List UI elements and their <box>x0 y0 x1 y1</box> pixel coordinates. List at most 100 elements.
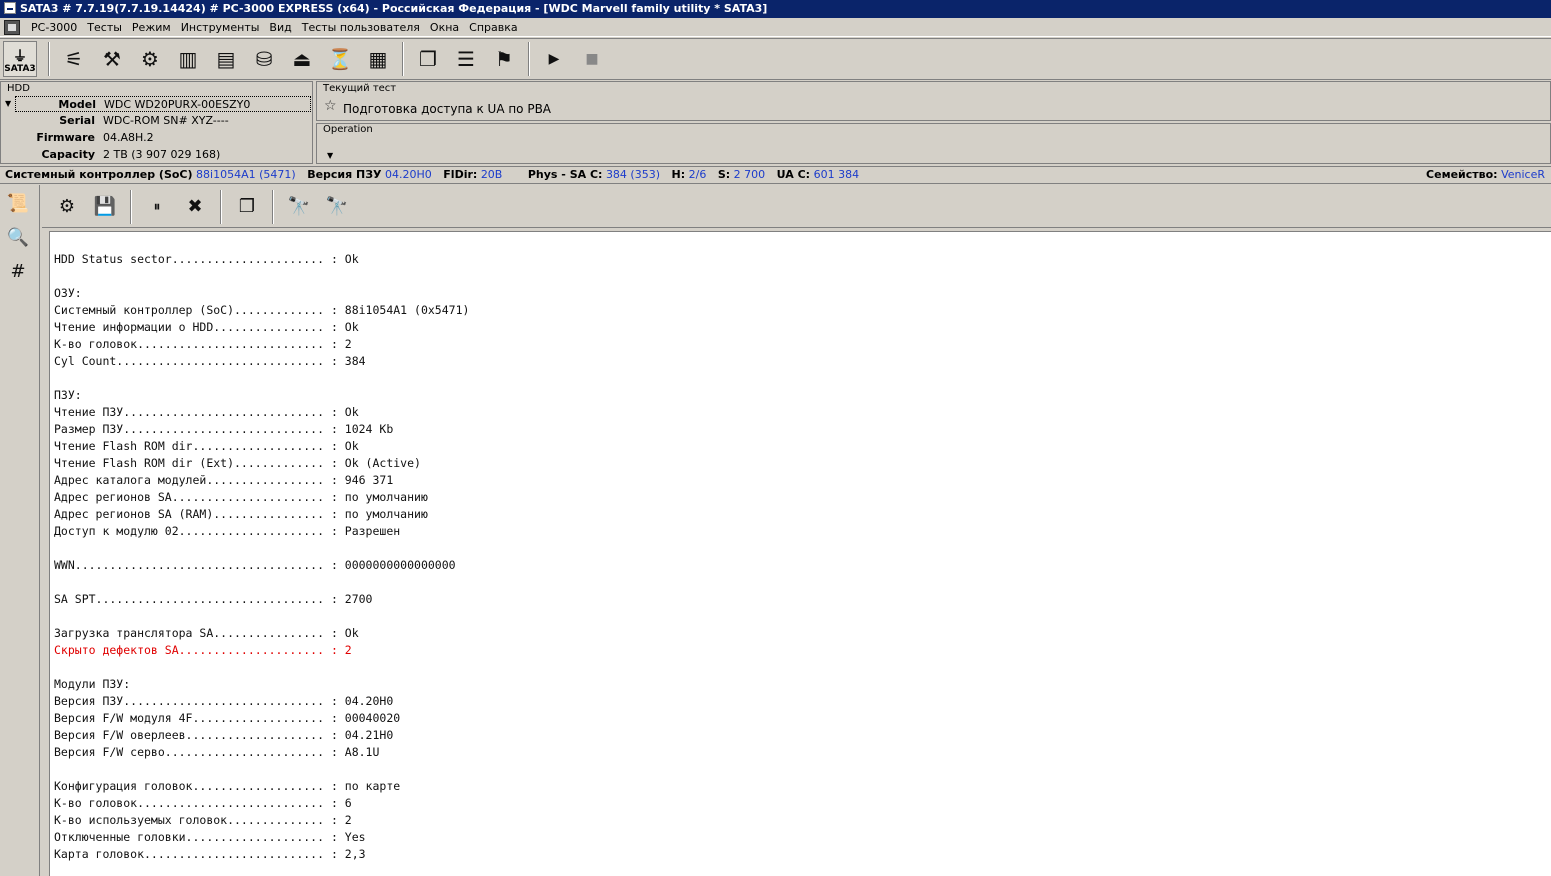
search-icon[interactable]: 🔍 <box>1 221 35 253</box>
rom-version-label: Версия ПЗУ <box>307 168 382 181</box>
left-sidebar: 📜 🔍 # <box>0 185 40 876</box>
copy-icon[interactable]: ❐ <box>229 190 265 224</box>
family-block: Семейство: VeniceR <box>1426 167 1545 183</box>
hdd-model-value: WDC WD20PURX-00ESZY0 <box>104 98 251 111</box>
sata-port-button[interactable]: ⏚ SATA3 <box>3 41 37 77</box>
current-test-title: Текущий тест <box>323 83 397 94</box>
spt-label: S: <box>717 168 731 181</box>
settings-gear-icon[interactable]: ⚙ <box>132 41 168 77</box>
heads-label: H: <box>671 168 686 181</box>
rom-version-value: 04.20H0 <box>385 168 432 181</box>
log-line: Версия F/W модуля 4F................... … <box>54 711 401 725</box>
log-line: Чтение ПЗУ............................. … <box>54 405 359 419</box>
log-line: ОЗУ: <box>54 286 82 300</box>
log-line: Адрес регионов SA (RAM)................ … <box>54 507 428 521</box>
status-line: Системный контроллер (SoC) 88i1054A1 (54… <box>0 166 1551 184</box>
window-icon[interactable] <box>4 2 16 14</box>
current-test-panel: Текущий тест ☆ Подготовка доступа к UA п… <box>316 81 1551 121</box>
hdd-serial-row: Serial WDC-ROM SN# XYZ---- <box>15 113 311 129</box>
log-line: Версия F/W серво....................... … <box>54 745 380 759</box>
log-line: Чтение Flash ROM dir................... … <box>54 439 359 453</box>
menu-windows[interactable]: Окна <box>425 18 464 37</box>
add-hash-icon[interactable]: # <box>1 255 35 287</box>
log-line: Конфигурация головок................... … <box>54 779 401 793</box>
menu-tests[interactable]: Тесты <box>82 18 127 37</box>
soc-value: 88i1054A1 (5471) <box>196 168 296 181</box>
menu-tools[interactable]: Инструменты <box>176 18 265 37</box>
log-line: Адрес каталога модулей................. … <box>54 473 394 487</box>
log-line: Модули ПЗУ: <box>54 677 131 691</box>
log-line: Версия ПЗУ............................. … <box>54 694 394 708</box>
log-line: Загрузка транслятора SA................ … <box>54 626 359 640</box>
window-title: SATA3 # 7.7.19(7.7.19.14424) # PC-3000 E… <box>20 2 768 15</box>
hdd-firmware-label: Firmware <box>36 131 95 144</box>
operation-panel: Operation ▼ <box>316 123 1551 164</box>
utility-tools-icon[interactable]: ⚒ <box>94 41 130 77</box>
hdd-capacity-value: 2 TB (3 907 029 168) <box>103 148 221 161</box>
log-line-warning: Скрыто дефектов SA..................... … <box>54 643 352 657</box>
log-toolbar-separator <box>130 189 132 224</box>
hdd-info-icon[interactable]: ▤ <box>208 41 244 77</box>
log-scroll-icon[interactable]: 📜 <box>1 187 35 219</box>
grid-table-icon[interactable]: ▦ <box>360 41 396 77</box>
hdd-serial-label: Serial <box>59 114 95 127</box>
operation-title: Operation <box>323 124 373 135</box>
hdd-firmware-value: 04.A8H.2 <box>103 131 154 144</box>
log-output[interactable]: HDD Status sector...................... … <box>49 231 1551 876</box>
menu-help[interactable]: Справка <box>464 18 522 37</box>
fldir-label: FlDir: <box>443 168 478 181</box>
dropdown-arrow-icon[interactable]: ▼ <box>327 151 333 160</box>
hdd-info-panel: HDD ▼ Model WDC WD20PURX-00ESZY0 Serial … <box>0 81 313 164</box>
phys-sa-label: Phys - SA C: <box>527 168 603 181</box>
windows-icon[interactable]: ❐ <box>410 41 446 77</box>
pause-icon[interactable]: ⏸ <box>139 190 175 224</box>
hdd-firmware-row: Firmware 04.A8H.2 <box>15 130 311 146</box>
log-line: Адрес регионов SA...................... … <box>54 490 428 504</box>
hdd-model-label: Model <box>58 98 96 111</box>
dropdown-arrow-icon[interactable]: ▼ <box>5 99 11 108</box>
menu-mode[interactable]: Режим <box>127 18 176 37</box>
menu-view[interactable]: Вид <box>264 18 296 37</box>
power-control-icon[interactable]: ⚟ <box>56 41 92 77</box>
log-line: WWN.................................... … <box>54 558 456 572</box>
clear-log-icon[interactable]: ✖ <box>177 190 213 224</box>
data-extractor-icon[interactable]: ☰ <box>448 41 484 77</box>
chip-icon[interactable]: ▥ <box>170 41 206 77</box>
sata-plug-icon: ⏚ <box>13 49 27 65</box>
family-label: Семейство: <box>1426 168 1498 181</box>
log-line: К-во головок........................... … <box>54 796 352 810</box>
find-icon[interactable]: 🔭 <box>281 190 317 224</box>
app-icon[interactable] <box>4 19 20 35</box>
find-next-icon[interactable]: 🔭 <box>319 190 355 224</box>
stop-icon[interactable]: ■ <box>574 41 610 77</box>
settings-page-icon[interactable]: ⚙ <box>49 190 85 224</box>
menu-pc3000[interactable]: PC-3000 <box>26 18 82 37</box>
hdd-panel-title: HDD <box>7 83 30 94</box>
log-line: HDD Status sector...................... … <box>54 252 359 266</box>
menu-user-tests[interactable]: Тесты пользователя <box>297 18 425 37</box>
title-bar: SATA3 # 7.7.19(7.7.19.14424) # PC-3000 E… <box>0 0 1551 18</box>
log-line: ПЗУ: <box>54 388 82 402</box>
hdd-capacity-label: Capacity <box>41 148 95 161</box>
save-log-icon[interactable]: 💾 <box>87 190 123 224</box>
log-line: Отключенные головки.................... … <box>54 830 366 844</box>
hdd-model-row[interactable]: Model WDC WD20PURX-00ESZY0 <box>15 96 311 112</box>
heads-value: 2/6 <box>688 168 707 181</box>
log-toolbar: ⚙ 💾 ⏸ ✖ ❐ 🔭 🔭 <box>42 186 1551 228</box>
sata-port-label: SATA3 <box>4 64 36 74</box>
heads-icon[interactable]: ⏏ <box>284 41 320 77</box>
play-icon[interactable]: ▶ <box>536 41 572 77</box>
exit-icon[interactable]: ⚑ <box>486 41 522 77</box>
log-line: Чтение Flash ROM dir (Ext)............. … <box>54 456 421 470</box>
disk-icon[interactable]: ⛁ <box>246 41 282 77</box>
servo-icon[interactable]: ⏳ <box>322 41 358 77</box>
log-toolbar-separator <box>220 189 222 224</box>
current-test-name: Подготовка доступа к UA по PBA <box>343 102 552 116</box>
star-icon[interactable]: ☆ <box>324 98 337 114</box>
